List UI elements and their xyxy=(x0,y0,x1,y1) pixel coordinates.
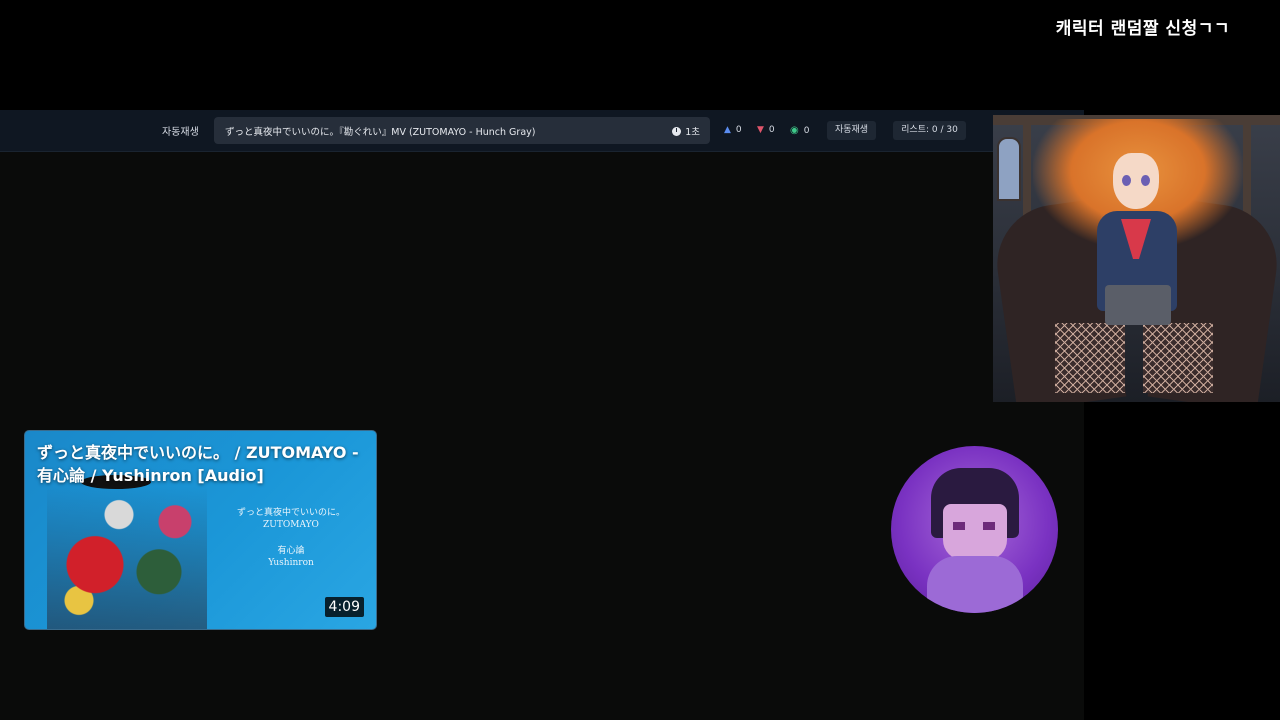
like-count: 0 xyxy=(735,125,742,135)
thumbs-down-icon: ▼ xyxy=(757,125,764,135)
time-remaining: 1초 xyxy=(672,124,700,138)
album-art xyxy=(47,486,207,629)
cover-song-en: Yushinron xyxy=(268,558,314,568)
video-duration: 4:09 xyxy=(324,597,364,617)
avatar-body xyxy=(927,556,1023,613)
streamer-avatar xyxy=(891,446,1058,613)
cover-artist-en: ZUTOMAYO xyxy=(263,520,319,530)
views-count: 0 xyxy=(803,125,810,136)
character-eye xyxy=(1122,175,1131,186)
window xyxy=(997,137,1021,201)
cover-song-jp: 有心論 xyxy=(277,546,305,556)
clock-icon xyxy=(672,126,682,136)
dislike-button[interactable]: ▼ 0 xyxy=(757,125,775,135)
player-toolbar: 자동재생 ずっと真夜中でいいのに。『勘ぐれい』MV (ZUTOMAYO - Hu… xyxy=(0,110,1084,152)
character-skirt xyxy=(1105,285,1171,325)
avatar-eye xyxy=(953,522,965,530)
avatar-face xyxy=(943,504,1007,560)
now-playing-title: ずっと真夜中でいいのに。『勘ぐれい』MV (ZUTOMAYO - Hunch G… xyxy=(225,127,536,138)
cover-artist-jp: ずっと真夜中でいいのに。 xyxy=(236,508,345,518)
fishnet-pattern xyxy=(1055,323,1125,393)
autoplay-button[interactable]: 자동재생 xyxy=(827,121,876,140)
views-stat: ◉ 0 xyxy=(790,125,809,136)
character-image xyxy=(993,115,1280,402)
playlist-count-button[interactable]: 리스트: 0 / 30 xyxy=(893,121,966,140)
time-remaining-value: 1초 xyxy=(685,127,700,138)
character-face xyxy=(1113,153,1159,209)
fishnet-pattern xyxy=(1143,323,1213,393)
now-playing-bar[interactable]: ずっと真夜中でいいのに。『勘ぐれい』MV (ZUTOMAYO - Hunch G… xyxy=(214,117,710,144)
avatar-eye xyxy=(983,522,995,530)
video-title: ずっと真夜中でいいのに。 / ZUTOMAYO - 有心論 / Yushinro… xyxy=(37,443,359,485)
eye-icon: ◉ xyxy=(790,125,799,136)
autoplay-label: 자동재생 xyxy=(162,127,199,138)
overlay-title: 캐릭터 랜덤짤 신청ㄱㄱ xyxy=(1055,19,1230,39)
character-eye xyxy=(1141,175,1150,186)
like-button[interactable]: ▲ 0 xyxy=(724,125,742,135)
thumbs-up-icon: ▲ xyxy=(724,125,731,135)
video-card[interactable]: ずっと真夜中でいいのに。 ZUTOMAYO 有心論 Yushinron ずっと真… xyxy=(24,430,377,630)
dislike-count: 0 xyxy=(768,125,775,135)
cover-text: ずっと真夜中でいいのに。 ZUTOMAYO 有心論 Yushinron xyxy=(231,507,351,569)
